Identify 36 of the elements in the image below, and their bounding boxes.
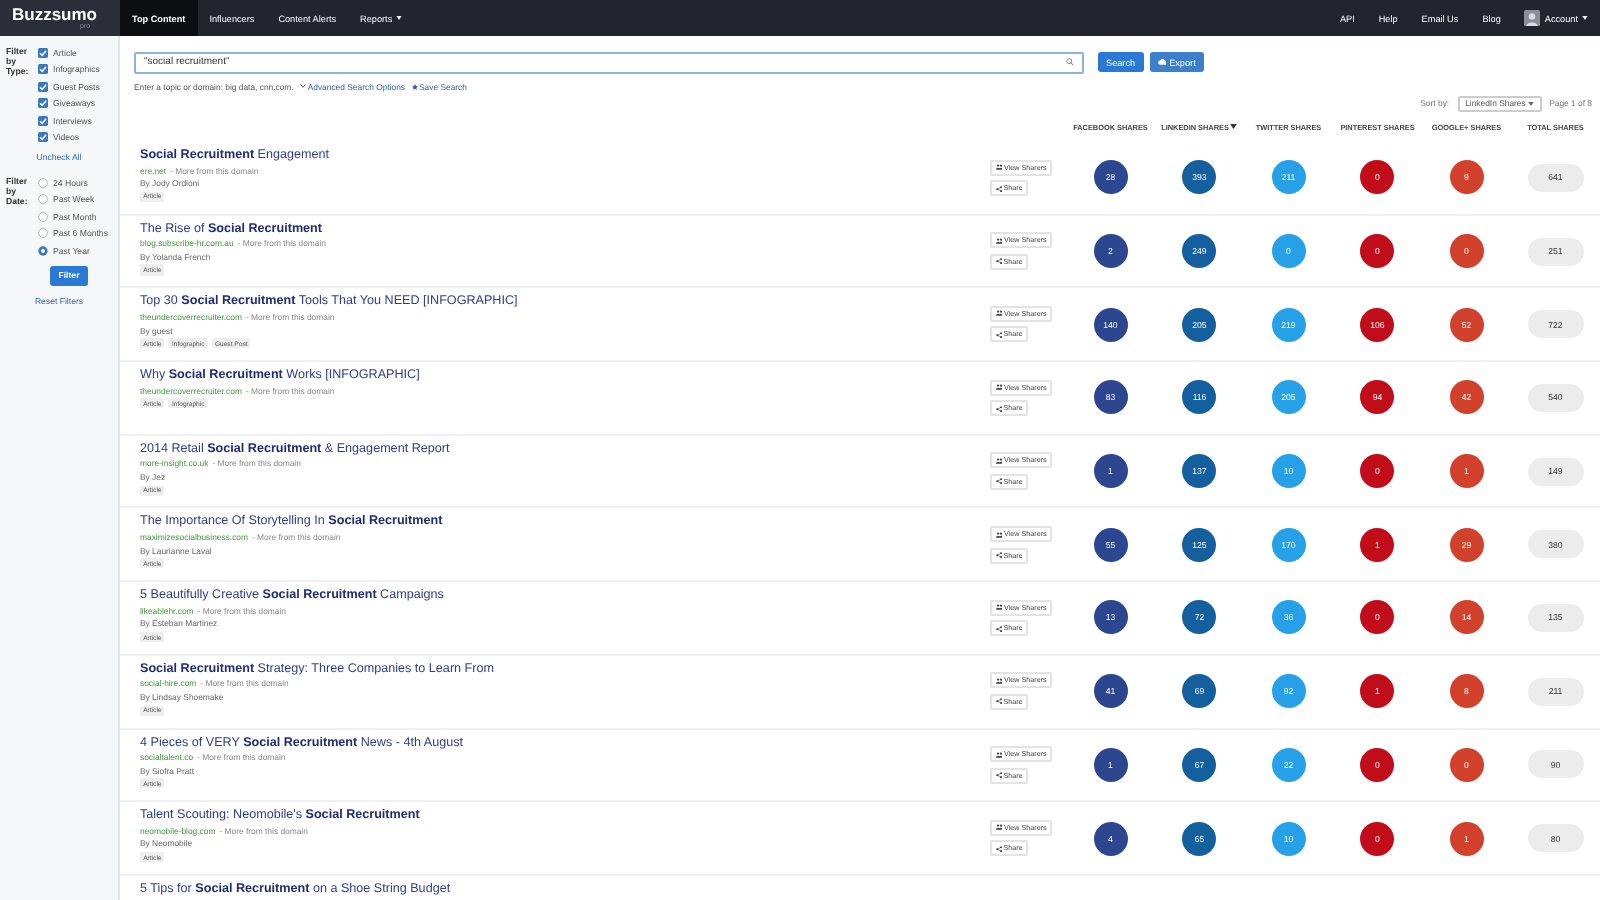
caret-icon xyxy=(395,16,402,20)
people-icon xyxy=(995,384,1002,391)
checkbox-checked-icon xyxy=(38,48,48,58)
people-icon xyxy=(995,164,1002,171)
star-icon xyxy=(411,83,417,89)
checkbox-checked-icon xyxy=(38,64,48,75)
checkbox-checked-icon xyxy=(38,98,48,109)
caret-icon xyxy=(1527,101,1534,105)
search-icon xyxy=(1066,58,1074,66)
people-icon xyxy=(995,677,1002,684)
share-icon xyxy=(995,698,1002,705)
share-icon xyxy=(995,405,1002,412)
checkbox-checked-icon xyxy=(38,131,48,142)
people-icon xyxy=(995,237,1002,244)
share-icon xyxy=(995,625,1002,632)
checkbox-checked-icon xyxy=(38,81,48,92)
share-icon xyxy=(995,478,1002,485)
share-icon xyxy=(995,772,1002,779)
avatar-icon xyxy=(1524,10,1541,26)
people-icon xyxy=(995,604,1002,611)
share-icon xyxy=(995,185,1002,192)
share-icon xyxy=(995,551,1002,559)
cloud-download-icon xyxy=(1157,58,1167,66)
checkbox-checked-icon xyxy=(38,115,48,126)
people-icon xyxy=(995,751,1002,758)
caret-icon xyxy=(1582,16,1588,20)
radio-selected-icon xyxy=(38,245,48,256)
share-icon xyxy=(995,258,1002,265)
share-icon xyxy=(995,845,1002,852)
people-icon xyxy=(995,310,1002,317)
sort-caret-icon xyxy=(1230,124,1238,130)
people-icon xyxy=(995,457,1002,464)
people-icon xyxy=(995,531,1002,538)
logo[interactable]: Buzzsumo xyxy=(12,6,120,23)
people-icon xyxy=(995,824,1002,831)
share-icon xyxy=(995,331,1002,339)
